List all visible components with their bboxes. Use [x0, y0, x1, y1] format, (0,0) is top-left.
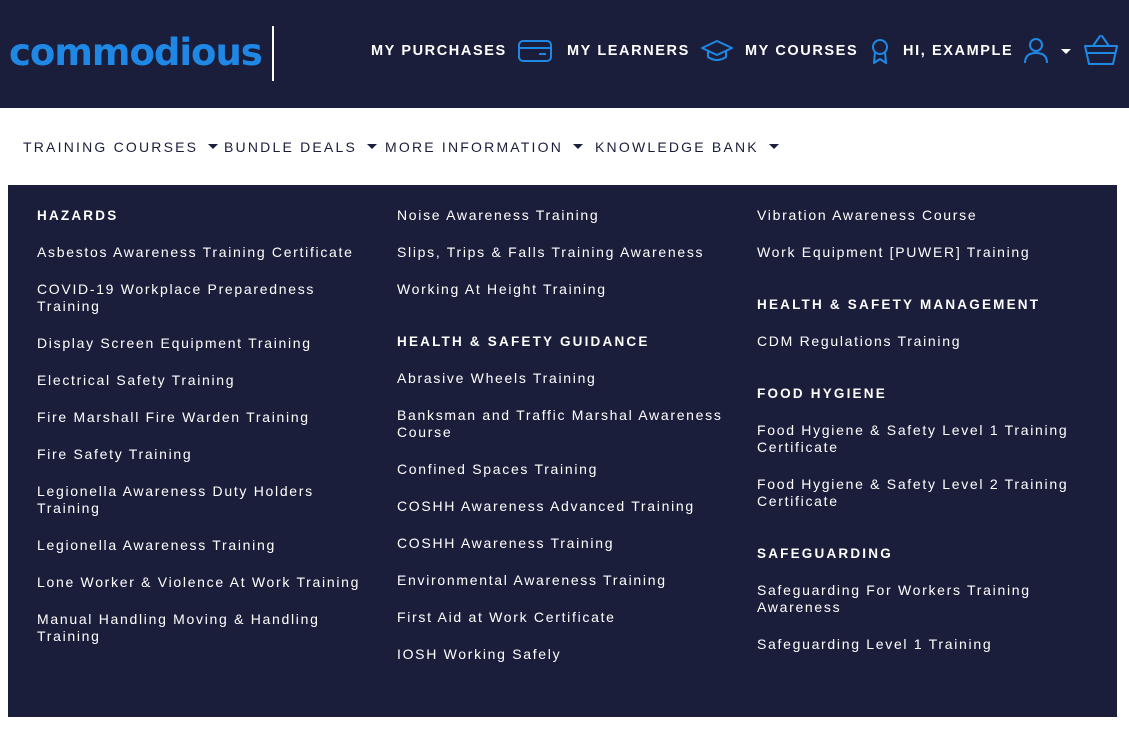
top-header: commodious MY PURCHASES MY LEARNERS MY C… — [0, 0, 1129, 108]
menu-link[interactable]: Fire Safety Training — [37, 446, 377, 463]
menu-link[interactable]: Safeguarding For Workers Training Awaren… — [757, 582, 1097, 616]
menu-link[interactable]: COSHH Awareness Advanced Training — [397, 498, 737, 515]
my-courses-link[interactable]: MY COURSES — [745, 36, 892, 66]
menu-link[interactable]: Manual Handling Moving & Handling Traini… — [37, 611, 377, 645]
my-learners-link[interactable]: MY LEARNERS — [567, 36, 734, 66]
chevron-down-icon — [573, 144, 584, 149]
chevron-down-icon — [1061, 48, 1072, 54]
menu-link[interactable]: Food Hygiene & Safety Level 1 Training C… — [757, 422, 1097, 456]
menu-link[interactable]: Legionella Awareness Training — [37, 537, 377, 554]
training-courses-mega-menu: HAZARDS Asbestos Awareness Training Cert… — [8, 185, 1117, 717]
menu-link[interactable]: COSHH Awareness Training — [397, 535, 737, 552]
menu-link[interactable]: Working At Height Training — [397, 281, 737, 298]
menu-heading-health-safety-management: HEALTH & SAFETY MANAGEMENT — [757, 297, 1041, 312]
menu-link[interactable]: IOSH Working Safely — [397, 646, 737, 663]
menu-link[interactable]: Lone Worker & Violence At Work Training — [37, 574, 377, 591]
menu-link[interactable]: Banksman and Traffic Marshal Awareness C… — [397, 407, 737, 441]
menu-link[interactable]: Noise Awareness Training — [397, 207, 737, 224]
nav-knowledge-bank[interactable]: KNOWLEDGE BANK — [595, 108, 779, 185]
menu-link[interactable]: COVID-19 Workplace Preparedness Training — [37, 281, 377, 315]
chevron-down-icon — [208, 144, 219, 149]
menu-column-3: Vibration Awareness Course Work Equipmen… — [757, 207, 1097, 673]
menu-column-2: Noise Awareness Training Slips, Trips & … — [397, 207, 737, 683]
user-icon — [1023, 37, 1049, 65]
basket-icon[interactable] — [1083, 33, 1119, 72]
menu-link[interactable]: Vibration Awareness Course — [757, 207, 1097, 224]
menu-link[interactable]: Work Equipment [PUWER] Training — [757, 244, 1097, 261]
nav-training-courses[interactable]: TRAINING COURSES — [8, 108, 219, 185]
menu-link[interactable]: CDM Regulations Training — [757, 333, 1097, 350]
menu-link[interactable]: First Aid at Work Certificate — [397, 609, 737, 626]
nav-knowledge-bank-label: KNOWLEDGE BANK — [595, 138, 759, 155]
menu-link[interactable]: Fire Marshall Fire Warden Training — [37, 409, 377, 426]
menu-heading-safeguarding: SAFEGUARDING — [757, 546, 893, 561]
menu-link[interactable]: Food Hygiene & Safety Level 2 Training C… — [757, 476, 1097, 510]
award-ribbon-icon — [868, 37, 892, 65]
menu-heading-hazards: HAZARDS — [37, 208, 119, 223]
secondary-nav: TRAINING COURSES BUNDLE DEALS MORE INFOR… — [8, 108, 1117, 185]
menu-link[interactable]: Slips, Trips & Falls Training Awareness — [397, 244, 737, 261]
account-menu[interactable]: HI, EXAMPLE — [903, 36, 1072, 66]
chevron-down-icon — [768, 144, 779, 149]
nav-training-courses-label: TRAINING COURSES — [23, 138, 199, 155]
menu-link[interactable]: Abrasive Wheels Training — [397, 370, 737, 387]
chevron-down-icon — [367, 144, 377, 149]
my-learners-label: MY LEARNERS — [567, 43, 690, 59]
menu-link[interactable]: Safeguarding Level 1 Training — [757, 636, 1097, 653]
my-courses-label: MY COURSES — [745, 43, 859, 59]
menu-link[interactable]: Electrical Safety Training — [37, 372, 377, 389]
menu-heading-food-hygiene: FOOD HYGIENE — [757, 386, 887, 401]
credit-card-icon — [517, 38, 553, 64]
menu-link[interactable]: Display Screen Equipment Training — [37, 335, 377, 352]
nav-bundle-deals-label: BUNDLE DEALS — [224, 138, 357, 155]
my-purchases-label: MY PURCHASES — [371, 43, 507, 59]
greeting-label: HI, EXAMPLE — [903, 43, 1014, 59]
menu-heading-health-safety-guidance: HEALTH & SAFETY GUIDANCE — [397, 334, 650, 349]
nav-more-information[interactable]: MORE INFORMATION — [385, 108, 584, 185]
graduation-cap-icon — [700, 38, 734, 64]
menu-link[interactable]: Environmental Awareness Training — [397, 572, 737, 589]
nav-more-information-label: MORE INFORMATION — [385, 138, 564, 155]
menu-link[interactable]: Asbestos Awareness Training Certificate — [37, 244, 377, 261]
nav-bundle-deals[interactable]: BUNDLE DEALS — [224, 108, 377, 185]
my-purchases-link[interactable]: MY PURCHASES — [371, 36, 553, 66]
commodious-logo[interactable]: commodious — [9, 30, 263, 76]
menu-link[interactable]: Confined Spaces Training — [397, 461, 737, 478]
logo-divider — [272, 26, 274, 81]
menu-column-1: HAZARDS Asbestos Awareness Training Cert… — [37, 207, 377, 665]
menu-link[interactable]: Legionella Awareness Duty Holders Traini… — [37, 483, 377, 517]
